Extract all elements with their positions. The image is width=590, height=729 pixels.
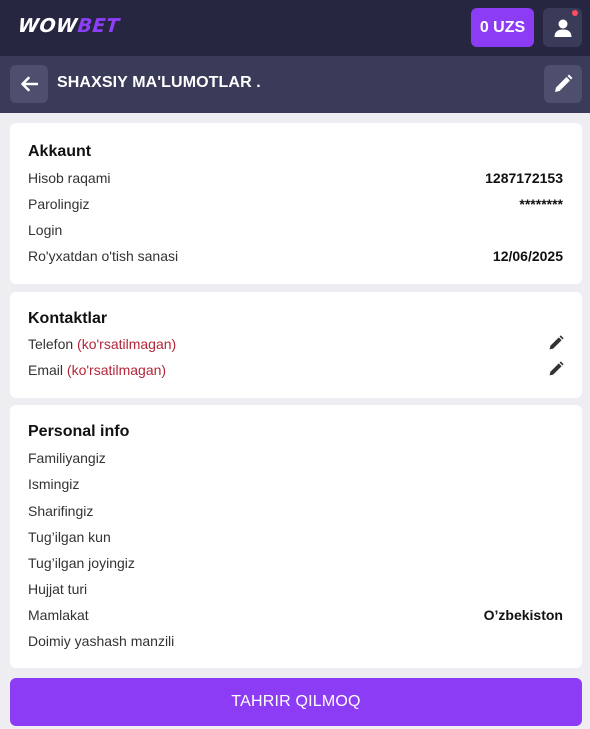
email-status: (ko'rsatilmagan) bbox=[66, 362, 167, 378]
account-title: Akkaunt bbox=[28, 143, 92, 160]
personal-row-address: Doimiy yashash manzili bbox=[28, 633, 564, 653]
row-label: Login bbox=[28, 222, 63, 238]
logo-text-wow: WOW bbox=[16, 15, 79, 37]
row-label: Ro'yxatdan o'tish sanasi bbox=[28, 248, 179, 264]
personal-row-name: Ismingiz bbox=[28, 476, 564, 496]
contact-row-email: Email (ko'rsatilmagan) bbox=[28, 361, 564, 382]
back-button[interactable] bbox=[10, 65, 48, 103]
top-bar: WOWBET 0 UZS bbox=[0, 0, 590, 56]
personal-row-document-type: Hujjat turi bbox=[28, 581, 564, 601]
personal-row-patronymic: Sharifingiz bbox=[28, 503, 564, 523]
account-row-password: Parolingiz ******** bbox=[28, 196, 564, 216]
personal-row-birthplace: Tug’ilgan joyingiz bbox=[28, 555, 564, 575]
phone-status: (ko'rsatilmagan) bbox=[77, 336, 177, 352]
personal-row-country: Mamlakat O’zbekiston bbox=[28, 607, 564, 627]
email-label: Email bbox=[28, 362, 64, 378]
contacts-title: Kontaktlar bbox=[28, 310, 108, 327]
wowbet-logo[interactable]: WOWBET bbox=[17, 15, 121, 37]
page-title: SHAXSIY MA'LUMOTLAR . bbox=[57, 74, 261, 91]
row-label: Telefon (ko'rsatilmagan) bbox=[28, 336, 176, 352]
notification-dot bbox=[572, 10, 578, 16]
edit-phone-pencil-icon[interactable] bbox=[548, 335, 564, 351]
row-label: Parolingiz bbox=[28, 196, 90, 212]
row-label: Hujjat turi bbox=[28, 581, 88, 597]
personal-row-birthday: Tug’ilgan kun bbox=[28, 529, 564, 549]
row-value: ******** bbox=[519, 196, 563, 212]
arrow-left-icon bbox=[21, 76, 38, 92]
personal-row-surname: Familiyangiz bbox=[28, 450, 564, 470]
row-label: Tug’ilgan joyingiz bbox=[28, 555, 135, 571]
account-card: Akkaunt Hisob raqami 1287172153 Paroling… bbox=[10, 123, 582, 284]
account-row-registration-date: Ro'yxatdan o'tish sanasi 12/06/2025 bbox=[28, 248, 564, 268]
page-header: SHAXSIY MA'LUMOTLAR . bbox=[0, 56, 590, 113]
edit-profile-button[interactable] bbox=[544, 65, 582, 103]
phone-label: Telefon bbox=[28, 336, 74, 352]
personal-info-card: Personal info Familiyangiz Ismingiz Shar… bbox=[10, 405, 582, 668]
account-row-number: Hisob raqami 1287172153 bbox=[28, 170, 564, 190]
row-value: 1287172153 bbox=[485, 170, 563, 186]
row-label: Ismingiz bbox=[28, 476, 80, 492]
row-label: Hisob raqami bbox=[28, 170, 111, 186]
account-row-login: Login bbox=[28, 222, 564, 242]
row-label: Familiyangiz bbox=[28, 450, 106, 466]
user-profile-button[interactable] bbox=[543, 8, 582, 47]
row-value: 12/06/2025 bbox=[492, 248, 563, 264]
row-label: Sharifingiz bbox=[28, 503, 94, 519]
contact-row-phone: Telefon (ko'rsatilmagan) bbox=[28, 335, 564, 356]
row-label: Tug’ilgan kun bbox=[28, 529, 111, 545]
contacts-card: Kontaktlar Telefon (ko'rsatilmagan) Emai… bbox=[10, 292, 582, 398]
row-label: Doimiy yashash manzili bbox=[28, 633, 175, 649]
edit-email-pencil-icon[interactable] bbox=[548, 361, 564, 377]
user-icon bbox=[554, 19, 571, 37]
logo-text-bet: BET bbox=[76, 15, 121, 37]
edit-info-button[interactable]: TAHRIR QILMOQ bbox=[10, 678, 582, 726]
row-label: Email (ko'rsatilmagan) bbox=[28, 362, 166, 378]
row-value: O’zbekiston bbox=[483, 607, 563, 623]
pencil-icon bbox=[555, 74, 573, 92]
row-label: Mamlakat bbox=[28, 607, 89, 623]
personal-info-title: Personal info bbox=[28, 423, 130, 440]
balance-button[interactable]: 0 UZS bbox=[471, 8, 534, 47]
